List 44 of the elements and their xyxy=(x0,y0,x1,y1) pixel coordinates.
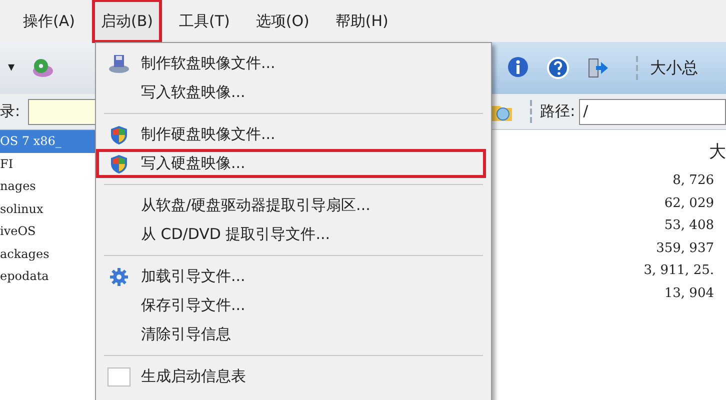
menu-item[interactable]: 选项(O) xyxy=(246,0,318,44)
menu-item[interactable]: 制作软盘映像文件... xyxy=(96,49,486,78)
menu-item-label: 从 CD/DVD 提取引导文件... xyxy=(141,224,330,246)
path-field[interactable]: / xyxy=(579,98,726,124)
size-cell-text: 3, 911, 25. xyxy=(644,262,714,280)
menu-item[interactable]: 写入硬盘映像... xyxy=(96,149,486,178)
size-cell-text: 62, 029 xyxy=(664,194,714,212)
menu-item[interactable]: 从 CD/DVD 提取引导文件... xyxy=(96,220,486,249)
menu-item-label: 写入软盘映像... xyxy=(141,82,246,104)
size-cell-text: 13, 904 xyxy=(664,284,714,302)
menu-item[interactable]: 操作(A) xyxy=(14,0,84,44)
tree-item[interactable]: nages xyxy=(0,175,95,198)
size-cell-text: 53, 408 xyxy=(664,217,714,235)
menu-item[interactable]: 加载引导文件... xyxy=(96,262,486,291)
menu-item[interactable]: 生成启动信息表 xyxy=(96,362,486,391)
menu-item[interactable]: 启动(B) xyxy=(92,0,162,44)
menu-item-label: 生成启动信息表 xyxy=(141,366,246,388)
menu-item-label: 写入硬盘映像... xyxy=(141,153,246,174)
menu-item[interactable]: 从软盘/硬盘驱动器提取引导扇区... xyxy=(96,191,486,220)
tree-item[interactable]: iveOS xyxy=(0,220,95,242)
menu-item[interactable]: 工具(T) xyxy=(170,0,239,44)
menu-item[interactable]: 帮助(H) xyxy=(326,0,398,44)
menu-item[interactable]: 保存引导文件... xyxy=(96,291,486,320)
menu-item[interactable]: 制作硬盘映像文件... xyxy=(96,120,486,149)
menu-item-label: 加载引导文件... xyxy=(141,266,246,288)
dropdown-arrow[interactable]: ▾ xyxy=(8,58,15,78)
menu-item-label: 从软盘/硬盘驱动器提取引导扇区... xyxy=(141,195,370,216)
tree-item[interactable]: solinux xyxy=(0,198,95,220)
tree-item[interactable]: FI xyxy=(0,152,95,175)
address-label: 录: xyxy=(0,101,20,122)
tree-item[interactable]: epodata xyxy=(0,265,95,288)
menu-item[interactable]: 清除引导信息 xyxy=(96,320,486,349)
summary-label: 大小总 xyxy=(636,56,698,80)
tree-item[interactable]: OS 7 x86_ xyxy=(0,130,95,152)
menu-item-label: 保存引导文件... xyxy=(141,295,246,316)
tree-item[interactable]: ackages xyxy=(0,242,95,265)
size-cell-text: 359, 937 xyxy=(656,240,714,258)
menu-item-label: 制作硬盘映像文件... xyxy=(141,124,276,146)
menu-item-label: 制作软盘映像文件... xyxy=(141,53,276,74)
column-header[interactable]: 大 xyxy=(709,130,726,170)
size-cell-text: 8, 726 xyxy=(672,172,714,190)
path-label: 路径: xyxy=(530,100,576,123)
menu-item[interactable]: 写入软盘映像... xyxy=(96,78,486,107)
menu-item-label: 清除引导信息 xyxy=(141,324,231,346)
